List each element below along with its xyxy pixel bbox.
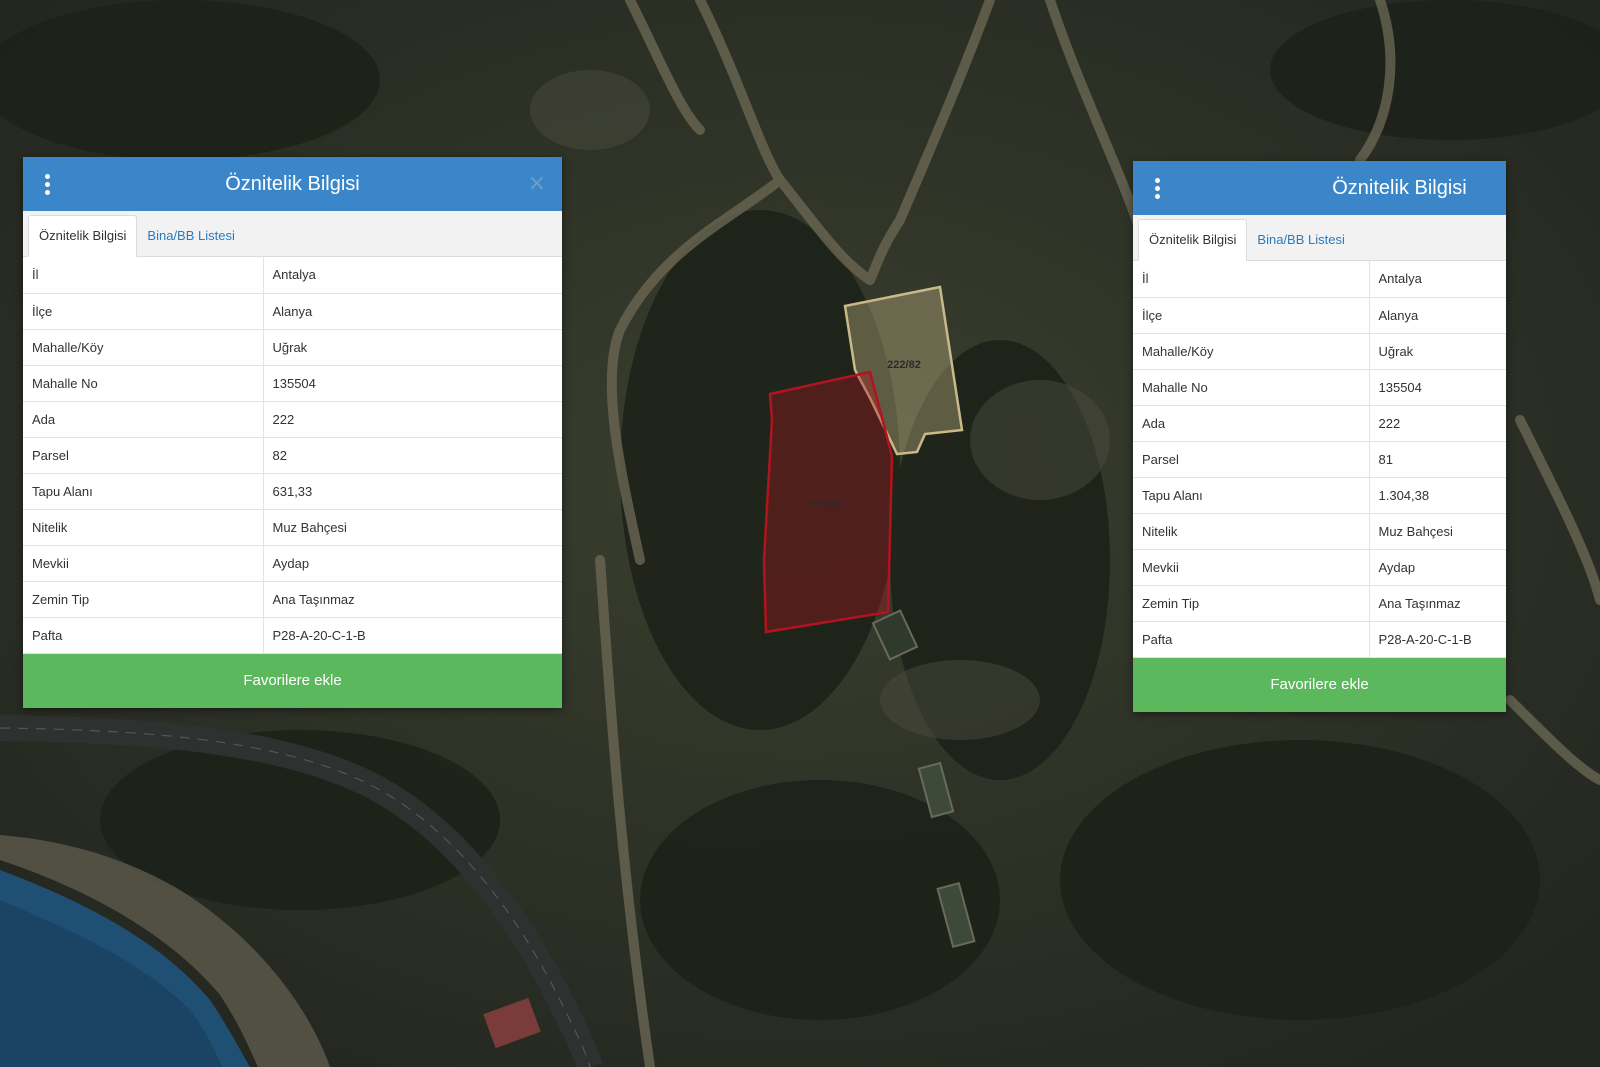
add-to-favorites-button[interactable]: Favorilere ekle: [23, 653, 562, 708]
table-row: Mahalle No 135504: [23, 365, 562, 402]
attr-value: Aydap: [263, 545, 562, 582]
attribute-table: İl Antalya İlçe Alanya Mahalle/Köy Uğrak Ma…: [23, 257, 562, 654]
kebab-menu-icon[interactable]: [41, 174, 53, 196]
attr-value: 135504: [1369, 369, 1506, 406]
attr-key: Ada: [23, 401, 264, 438]
tab-bina-bb-listesi[interactable]: Bina/BB Listesi: [137, 216, 244, 256]
attr-key: İl: [23, 257, 264, 294]
attr-key: Tapu Alanı: [23, 473, 264, 510]
attribute-panel-parcel-82: Öznitelik Bilgisi × Öznitelik Bilgisi Bi…: [23, 157, 562, 708]
attr-key: Zemin Tip: [23, 581, 264, 618]
table-row: İl Antalya: [23, 257, 562, 294]
table-row: Tapu Alanı 1.304,38: [1133, 477, 1506, 514]
parcel-222-81-label: 222/81: [809, 499, 843, 511]
table-row: Mevkii Aydap: [23, 545, 562, 582]
attr-key: Mahalle/Köy: [23, 329, 264, 366]
table-row: Parsel 81: [1133, 441, 1506, 478]
attr-key: Parsel: [23, 437, 264, 474]
attr-key: İl: [1133, 261, 1370, 298]
attr-value: Muz Bahçesi: [1369, 513, 1506, 550]
attr-key: Mahalle No: [23, 365, 264, 402]
tab-bina-bb-listesi[interactable]: Bina/BB Listesi: [1247, 220, 1354, 260]
attr-key: Pafta: [1133, 621, 1370, 658]
attr-key: Pafta: [23, 617, 264, 654]
panel-header: Öznitelik Bilgisi ×: [23, 157, 562, 211]
attr-key: Mahalle No: [1133, 369, 1370, 406]
attr-key: Zemin Tip: [1133, 585, 1370, 622]
attr-key: Parsel: [1133, 441, 1370, 478]
table-row: Mahalle/Köy Uğrak: [23, 329, 562, 366]
attr-value: P28-A-20-C-1-B: [263, 617, 562, 654]
table-row: İlçe Alanya: [23, 293, 562, 330]
attribute-panel-parcel-81: Öznitelik Bilgisi Öznitelik Bilgisi Bina…: [1133, 161, 1506, 712]
attr-value: Aydap: [1369, 549, 1506, 586]
attr-value: Uğrak: [263, 329, 562, 366]
attr-value: 631,33: [263, 473, 562, 510]
kebab-menu-icon[interactable]: [1151, 178, 1163, 200]
table-row: Mevkii Aydap: [1133, 549, 1506, 586]
table-row: Pafta P28-A-20-C-1-B: [23, 617, 562, 654]
table-row: Pafta P28-A-20-C-1-B: [1133, 621, 1506, 658]
table-row: Zemin Tip Ana Taşınmaz: [1133, 585, 1506, 622]
panel-title: Öznitelik Bilgisi: [225, 172, 360, 195]
attr-value: 1.304,38: [1369, 477, 1506, 514]
tab-oznitelik-bilgisi[interactable]: Öznitelik Bilgisi: [1138, 219, 1248, 261]
panel-header: Öznitelik Bilgisi: [1133, 161, 1506, 215]
table-row: Nitelik Muz Bahçesi: [1133, 513, 1506, 550]
table-row: İlçe Alanya: [1133, 297, 1506, 334]
attr-value: Alanya: [263, 293, 562, 330]
attr-value: Ana Taşınmaz: [263, 581, 562, 618]
attr-value: 81: [1369, 441, 1506, 478]
table-row: Mahalle/Köy Uğrak: [1133, 333, 1506, 370]
table-row: Parsel 82: [23, 437, 562, 474]
attr-value: 222: [263, 401, 562, 438]
attr-value: Antalya: [263, 257, 562, 294]
parcel-222-82-label: 222/82: [887, 359, 921, 371]
attr-value: Muz Bahçesi: [263, 509, 562, 546]
attr-value: Antalya: [1369, 261, 1506, 298]
table-row: İl Antalya: [1133, 261, 1506, 298]
attr-key: Mevkii: [1133, 549, 1370, 586]
close-icon[interactable]: ×: [528, 171, 546, 197]
panel-tabs: Öznitelik Bilgisi Bina/BB Listesi: [23, 211, 562, 257]
table-row: Tapu Alanı 631,33: [23, 473, 562, 510]
panel-title: Öznitelik Bilgisi: [1332, 176, 1467, 199]
attr-key: İlçe: [1133, 297, 1370, 334]
tab-oznitelik-bilgisi[interactable]: Öznitelik Bilgisi: [28, 215, 138, 257]
table-row: Ada 222: [23, 401, 562, 438]
attr-value: Alanya: [1369, 297, 1506, 334]
attr-value: 135504: [263, 365, 562, 402]
attr-key: Nitelik: [23, 509, 264, 546]
panel-tabs: Öznitelik Bilgisi Bina/BB Listesi: [1133, 215, 1506, 261]
attr-value: Uğrak: [1369, 333, 1506, 370]
attr-key: Mahalle/Köy: [1133, 333, 1370, 370]
attr-value: P28-A-20-C-1-B: [1369, 621, 1506, 658]
attr-key: Nitelik: [1133, 513, 1370, 550]
table-row: Ada 222: [1133, 405, 1506, 442]
attr-key: Ada: [1133, 405, 1370, 442]
table-row: Mahalle No 135504: [1133, 369, 1506, 406]
table-row: Nitelik Muz Bahçesi: [23, 509, 562, 546]
attr-value: Ana Taşınmaz: [1369, 585, 1506, 622]
attribute-table: İl Antalya İlçe Alanya Mahalle/Köy Uğrak Ma…: [1133, 261, 1506, 658]
add-to-favorites-button[interactable]: Favorilere ekle: [1133, 657, 1506, 712]
attr-value: 82: [263, 437, 562, 474]
attr-key: İlçe: [23, 293, 264, 330]
attr-key: Mevkii: [23, 545, 264, 582]
attr-key: Tapu Alanı: [1133, 477, 1370, 514]
attr-value: 222: [1369, 405, 1506, 442]
table-row: Zemin Tip Ana Taşınmaz: [23, 581, 562, 618]
